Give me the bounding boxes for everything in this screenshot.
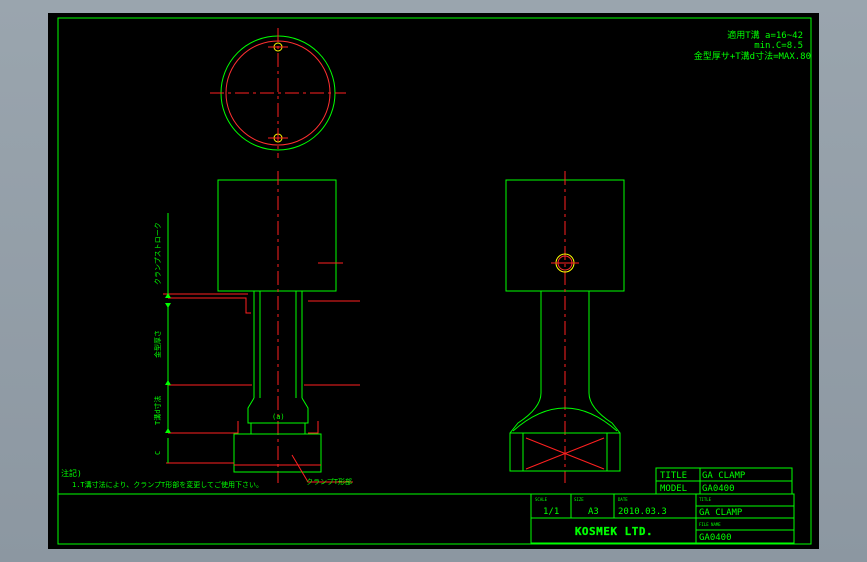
dim-tslot-d: T溝d寸法 <box>153 396 162 425</box>
leader-label: クランプT形部 <box>306 477 352 486</box>
dimension-lines <box>165 213 171 463</box>
dim-mold-thickness: 金型厚さ <box>153 330 162 358</box>
remarks-title: 注記) <box>61 468 82 478</box>
front-view <box>163 171 360 483</box>
remarks-line-1: 1.T溝寸法により、クランプT形部を変更してご使用下さい。 <box>72 480 263 489</box>
tb-filename-value: GA0400 <box>699 533 732 543</box>
tb-size-value: A3 <box>588 507 599 517</box>
tb-title2-label: TITLE <box>699 497 712 502</box>
tb-title2-value: GA CLAMP <box>699 508 743 518</box>
dim-c: C <box>154 451 162 455</box>
tb-date-label: DATE <box>618 497 628 502</box>
note-line-2: min.C=8.5 <box>754 41 803 51</box>
tb-date-value: 2010.03.3 <box>618 507 667 517</box>
top-view <box>210 28 346 158</box>
cad-viewport[interactable]: クランプストローク 金型厚さ T溝d寸法 C (a) クランプT形部 適用T溝 … <box>48 13 819 549</box>
tb-scale-label: SCALE <box>535 497 548 502</box>
tb-model-label: MODEL <box>660 484 687 494</box>
tb-scale-value: 1/1 <box>543 507 559 517</box>
note-line-1: 適用T溝 a=16~42 <box>727 29 803 41</box>
dim-a-label: (a) <box>272 413 285 421</box>
drawing-canvas: クランプストローク 金型厚さ T溝d寸法 C (a) クランプT形部 適用T溝 … <box>57 17 812 545</box>
note-line-3: 金型厚サ+T溝d寸法=MAX.80 <box>694 50 811 62</box>
tb-title-value: GA CLAMP <box>702 471 746 481</box>
drawing-border <box>57 17 812 545</box>
side-view <box>505 171 625 483</box>
tb-filename-label: FILE NAME <box>699 522 721 527</box>
dim-clamp-stroke: クランプストローク <box>154 222 162 285</box>
tb-title-label: TITLE <box>660 471 687 481</box>
tb-size-label: SIZE <box>574 497 584 502</box>
tb-model-value: GA0400 <box>702 484 735 494</box>
tb-company-logo: KOSMEK LTD. <box>575 525 653 538</box>
